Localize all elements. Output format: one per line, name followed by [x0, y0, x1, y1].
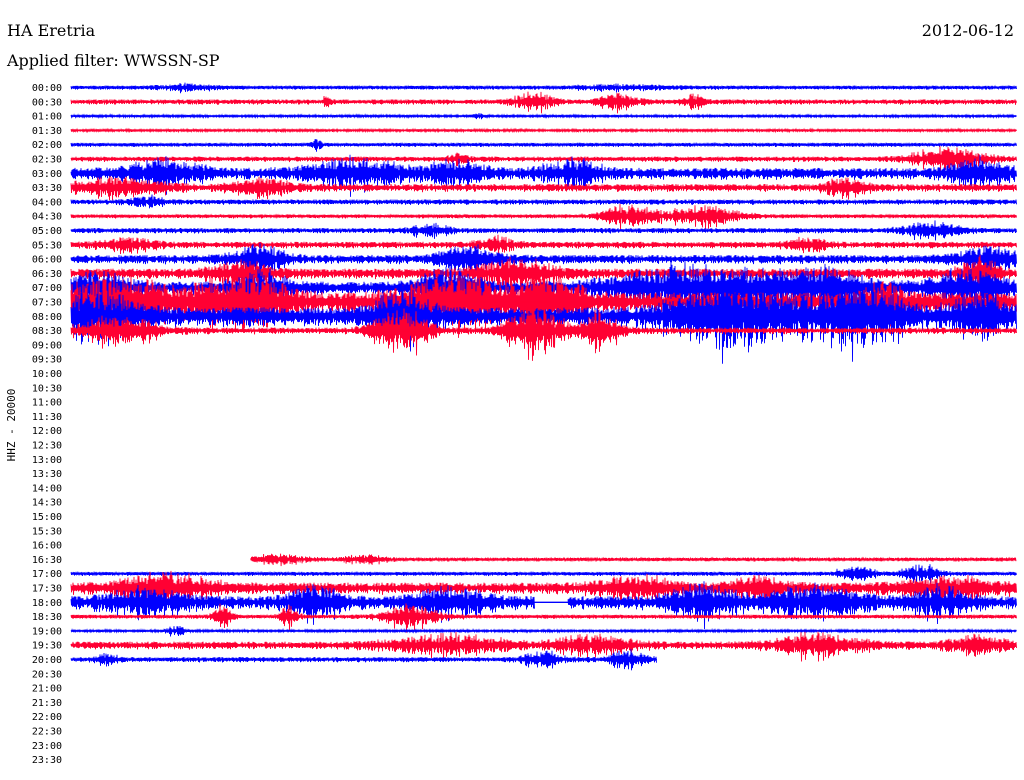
row-label: 17:00: [32, 569, 62, 580]
row-label: 12:00: [32, 426, 62, 437]
row-label: 02:30: [32, 155, 62, 166]
row-label: 07:00: [32, 283, 62, 294]
row-label: 13:30: [32, 469, 62, 480]
row-label: 06:00: [32, 255, 62, 266]
row-label: 19:00: [32, 626, 62, 637]
row-label: 01:00: [32, 112, 62, 123]
row-label: 10:00: [32, 369, 62, 380]
row-label: 04:00: [32, 197, 62, 208]
seismogram-plot: 00:00 00:30 01:00 01:30 02:00 02:30 03:00 03:30…: [5, 82, 1017, 766]
row-label: 07:30: [32, 298, 62, 309]
row-label: 20:00: [32, 655, 62, 666]
row-label: 00:00: [32, 83, 62, 94]
row-label: 10:30: [32, 383, 62, 394]
row-label: 05:00: [32, 226, 62, 237]
row-label: 03:00: [32, 169, 62, 180]
row-label: 20:30: [32, 669, 62, 680]
row-label: 12:30: [32, 441, 62, 452]
row-label: 23:00: [32, 741, 62, 752]
row-label: 19:30: [32, 641, 62, 652]
row-label: 11:00: [32, 398, 62, 409]
row-label: 16:00: [32, 541, 62, 552]
row-label: 18:30: [32, 612, 62, 623]
row-label: 15:00: [32, 512, 62, 523]
row-label: 13:00: [32, 455, 62, 466]
row-label: 05:30: [32, 240, 62, 251]
row-label: 06:30: [32, 269, 62, 280]
row-label: 21:00: [32, 684, 62, 695]
row-label: 08:30: [32, 326, 62, 337]
row-label: 16:30: [32, 555, 62, 566]
row-label: 18:00: [32, 598, 62, 609]
row-label: 04:30: [32, 212, 62, 223]
channel-label: HHZ - 20000: [5, 389, 18, 462]
row-label: 11:30: [32, 412, 62, 423]
row-label: 21:30: [32, 698, 62, 709]
row-label: 09:30: [32, 355, 62, 366]
row-label: 23:30: [32, 755, 62, 766]
row-label: 00:30: [32, 97, 62, 108]
row-label: 14:00: [32, 483, 62, 494]
row-label: 14:30: [32, 498, 62, 509]
row-label: 15:30: [32, 526, 62, 537]
trace-row: [70, 564, 1017, 586]
row-label: 22:30: [32, 727, 62, 738]
row-label: 03:30: [32, 183, 62, 194]
trace-row: [70, 234, 1017, 258]
row-label: 08:00: [32, 312, 62, 323]
row-label: 09:00: [32, 340, 62, 351]
row-label: 02:00: [32, 140, 62, 151]
row-label: 22:00: [32, 712, 62, 723]
row-label: 17:30: [32, 584, 62, 595]
row-label: 01:30: [32, 126, 62, 137]
